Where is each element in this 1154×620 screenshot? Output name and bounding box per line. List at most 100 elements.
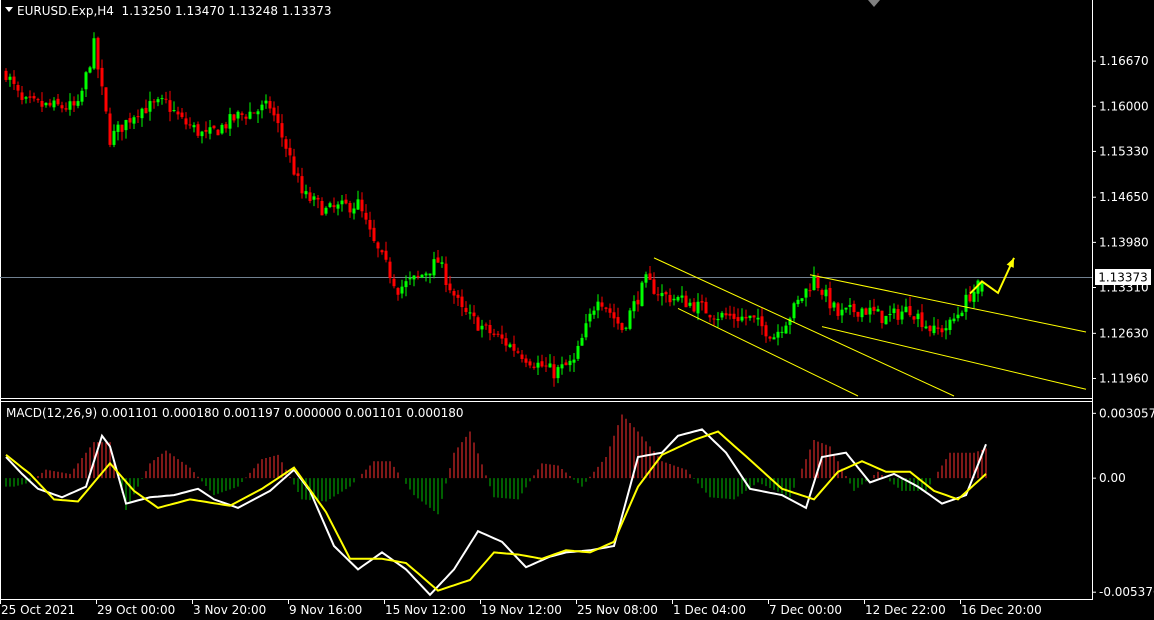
- candle: [712, 315, 716, 326]
- trading-chart[interactable]: 1.16670 1.16000 1.15330 1.14650 1.13980 1.133…: [0, 0, 1154, 620]
- candle: [520, 350, 524, 363]
- candle: [720, 311, 724, 321]
- candle: [28, 90, 32, 104]
- candle: [560, 356, 564, 375]
- price-tick-label: 1.14650: [1099, 190, 1149, 204]
- candle: [856, 311, 860, 322]
- candle: [796, 295, 800, 308]
- candle: [676, 295, 680, 303]
- candle: [100, 59, 104, 95]
- candle: [200, 130, 204, 144]
- candle: [724, 307, 728, 320]
- candle: [316, 195, 320, 209]
- signal-line: [5, 430, 987, 592]
- candle: [908, 296, 912, 318]
- candle: [672, 294, 676, 306]
- candle: [872, 298, 876, 315]
- candle: [604, 306, 608, 313]
- candle: [940, 325, 944, 338]
- candle: [472, 305, 476, 325]
- candle: [592, 306, 596, 319]
- candle: [976, 279, 980, 302]
- price-tick-label: 1.15330: [1099, 144, 1149, 158]
- candle: [688, 298, 692, 308]
- candle: [348, 200, 352, 218]
- candle: [304, 184, 308, 199]
- candle: [184, 112, 188, 130]
- candle: [500, 325, 504, 344]
- candle: [904, 298, 908, 313]
- channel-lines[interactable]: [653, 257, 1087, 397]
- candle: [880, 310, 884, 329]
- forecast-arrow-path[interactable]: [969, 257, 1015, 295]
- candle: [924, 320, 928, 330]
- candle: [920, 304, 924, 332]
- candle: [40, 92, 44, 113]
- candle: [492, 328, 496, 338]
- candle: [552, 356, 556, 387]
- candle: [272, 101, 276, 122]
- candle: [380, 249, 384, 255]
- candle: [68, 93, 72, 116]
- candle: [512, 335, 516, 357]
- candle: [396, 287, 400, 301]
- candle: [836, 301, 840, 320]
- candle: [564, 359, 568, 366]
- candle: [384, 241, 388, 263]
- channel-line-3[interactable]: [809, 274, 1087, 333]
- candle: [80, 87, 84, 106]
- candle: [648, 265, 652, 280]
- symbol-dropdown-icon[interactable]: [5, 7, 13, 12]
- candle: [456, 290, 460, 307]
- candle: [328, 201, 332, 209]
- channel-line-4[interactable]: [821, 326, 1087, 390]
- candle: [780, 326, 784, 339]
- candle: [764, 321, 768, 343]
- candle: [332, 197, 336, 213]
- candle: [708, 314, 712, 323]
- candle: [8, 73, 12, 87]
- candle: [956, 306, 960, 322]
- price-tick-label: 1.16670: [1099, 54, 1149, 68]
- candle: [464, 301, 468, 316]
- candle: [892, 303, 896, 319]
- candle: [416, 270, 420, 280]
- candle: [852, 300, 856, 318]
- channel-line-1[interactable]: [653, 257, 955, 397]
- candle: [588, 308, 592, 328]
- channel-line-2[interactable]: [677, 307, 859, 397]
- candle: [104, 87, 108, 114]
- time-tick-label: 29 Oct 00:00: [97, 603, 175, 617]
- candle: [660, 284, 664, 306]
- candle: [160, 94, 164, 105]
- candle: [56, 93, 60, 106]
- candle: [212, 125, 216, 130]
- candle: [248, 102, 252, 120]
- candle: [288, 138, 292, 163]
- candle: [596, 294, 600, 319]
- candle: [344, 193, 348, 205]
- price-tick-label: 1.13980: [1099, 235, 1149, 249]
- candle: [376, 241, 380, 258]
- candle: [324, 206, 328, 216]
- candle: [752, 315, 756, 323]
- scroll-marker-icon[interactable]: [868, 0, 880, 7]
- candle: [704, 297, 708, 314]
- candle: [840, 303, 844, 324]
- candle: [228, 107, 232, 136]
- candle: [524, 354, 528, 368]
- forecast-arrow[interactable]: [969, 257, 1015, 295]
- candle: [140, 107, 144, 127]
- candle: [536, 355, 540, 376]
- candle: [820, 288, 824, 300]
- candle: [484, 322, 488, 330]
- candle: [124, 119, 128, 139]
- candle: [776, 324, 780, 346]
- candle: [444, 256, 448, 293]
- candle: [684, 290, 688, 308]
- candle: [912, 315, 916, 324]
- candlestick-series: [4, 32, 984, 387]
- candle: [736, 308, 740, 328]
- candle: [132, 115, 136, 129]
- candle: [640, 280, 644, 307]
